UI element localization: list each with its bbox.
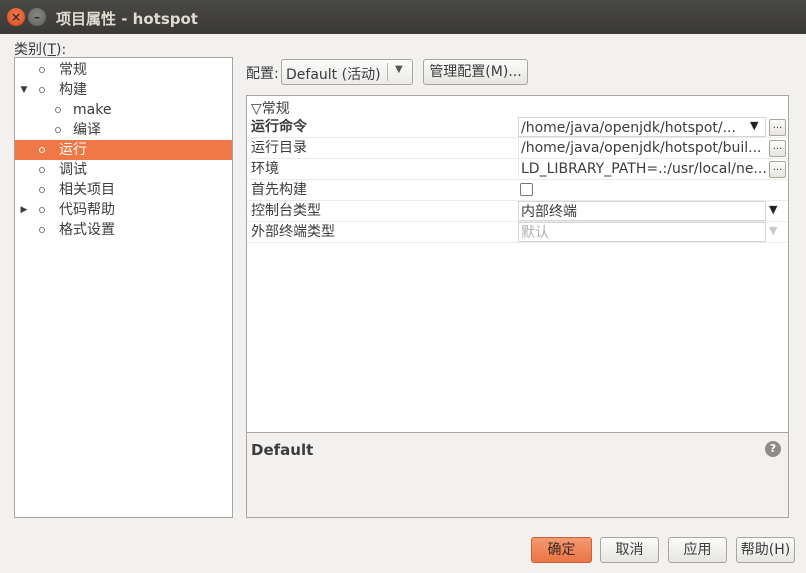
description-title: Default	[251, 441, 314, 459]
property-name: 外部终端类型	[251, 224, 335, 240]
collapsed-triangle-icon[interactable]: ▶	[19, 200, 29, 220]
console-type-select[interactable]: 内部终端	[518, 201, 766, 221]
node-bullet-icon	[39, 187, 45, 193]
apply-button[interactable]: 应用	[668, 537, 727, 563]
titlebar: × – 项目属性 - hotspot	[0, 0, 806, 34]
node-bullet-icon	[39, 207, 45, 213]
tree-item-label: 调试	[59, 162, 87, 178]
tree-item-run[interactable]: 运行	[15, 140, 232, 160]
window-title: 项目属性 - hotspot	[56, 10, 198, 28]
chevron-down-icon[interactable]: ▼	[769, 203, 777, 216]
category-tree[interactable]: 常规 ▼ 构建 make 编译 运行 调试 相关项目 ▶ 代码帮助 格式设置	[14, 57, 233, 518]
configuration-label: 配置:	[246, 66, 279, 82]
build-first-checkbox[interactable]	[520, 183, 533, 196]
chevron-down-icon: ▼	[769, 224, 778, 237]
property-row-build-first[interactable]: 首先构建	[247, 180, 788, 201]
close-icon[interactable]: ×	[7, 8, 25, 26]
node-bullet-icon	[55, 127, 61, 133]
node-bullet-icon	[39, 227, 45, 233]
property-name: 运行目录	[251, 140, 307, 156]
help-icon[interactable]: ?	[765, 441, 781, 457]
configuration-value: Default (活动)	[286, 67, 381, 83]
tree-item-debug[interactable]: 调试	[15, 160, 232, 180]
help-button[interactable]: 帮助(H)	[736, 537, 795, 563]
run-directory-field[interactable]: /home/java/openjdk/hotspot/buil...	[518, 138, 766, 158]
description-panel: Default ?	[247, 432, 788, 517]
tree-item-general[interactable]: 常规	[15, 60, 232, 80]
tree-item-label: 编译	[73, 122, 101, 138]
minimize-icon[interactable]: –	[28, 8, 46, 26]
chevron-down-icon[interactable]: ▼	[395, 64, 403, 75]
chevron-down-icon[interactable]: ▼	[750, 119, 758, 132]
tree-item-compile[interactable]: 编译	[15, 120, 232, 140]
property-name: 运行命令	[251, 119, 307, 135]
tree-item-label: 构建	[59, 82, 87, 98]
cancel-button[interactable]: 取消	[600, 537, 659, 563]
ok-button[interactable]: 确定	[531, 537, 592, 563]
node-bullet-icon	[39, 67, 45, 73]
tree-item-code-assistance[interactable]: ▶ 代码帮助	[15, 200, 232, 220]
tree-item-label: 常规	[59, 62, 87, 78]
property-name: 首先构建	[251, 182, 307, 198]
environment-field[interactable]: LD_LIBRARY_PATH=.:/usr/local/ne...	[518, 159, 766, 179]
property-row-run-command[interactable]: 运行命令 /home/java/openjdk/hotspot/... ▼ ..…	[247, 117, 788, 138]
node-bullet-icon	[55, 107, 61, 113]
configuration-select[interactable]: Default (活动) ▼	[281, 59, 413, 85]
property-name: 控制台类型	[251, 203, 321, 219]
property-row-console-type[interactable]: 控制台类型 内部终端 ▼	[247, 201, 788, 222]
manage-configurations-button[interactable]: 管理配置(M)...	[423, 59, 528, 85]
tree-item-build[interactable]: ▼ 构建	[15, 80, 232, 100]
property-row-run-directory[interactable]: 运行目录 /home/java/openjdk/hotspot/buil... …	[247, 138, 788, 159]
node-bullet-icon	[39, 147, 45, 153]
tree-item-label: 运行	[59, 142, 87, 158]
property-row-external-terminal-type: 外部终端类型 默认 ▼	[247, 222, 788, 243]
group-header-general[interactable]: ▽常规	[251, 98, 290, 118]
property-sheet: ▽常规 运行命令 /home/java/openjdk/hotspot/... …	[246, 95, 789, 518]
run-command-browse-button[interactable]: ...	[769, 119, 786, 136]
tree-item-make[interactable]: make	[15, 100, 232, 120]
project-properties-dialog: × – 项目属性 - hotspot 类别(T): 常规 ▼ 构建 make 编…	[0, 0, 806, 573]
combo-separator	[387, 63, 388, 81]
run-command-field[interactable]: /home/java/openjdk/hotspot/...	[518, 117, 766, 137]
node-bullet-icon	[39, 167, 45, 173]
tree-item-label: make	[73, 102, 112, 118]
tree-item-label: 代码帮助	[59, 202, 115, 218]
property-name: 环境	[251, 161, 279, 177]
node-bullet-icon	[39, 87, 45, 93]
external-terminal-select: 默认	[518, 222, 766, 242]
environment-browse-button[interactable]: ...	[769, 161, 786, 178]
expand-triangle-icon[interactable]: ▼	[19, 80, 29, 100]
tree-item-label: 格式设置	[59, 222, 115, 238]
run-directory-browse-button[interactable]: ...	[769, 140, 786, 157]
property-row-environment[interactable]: 环境 LD_LIBRARY_PATH=.:/usr/local/ne... ..…	[247, 159, 788, 180]
tree-item-label: 相关项目	[59, 182, 115, 198]
tree-item-related-projects[interactable]: 相关项目	[15, 180, 232, 200]
tree-item-formatting[interactable]: 格式设置	[15, 220, 232, 240]
categories-label: 类别(T):	[14, 42, 67, 58]
